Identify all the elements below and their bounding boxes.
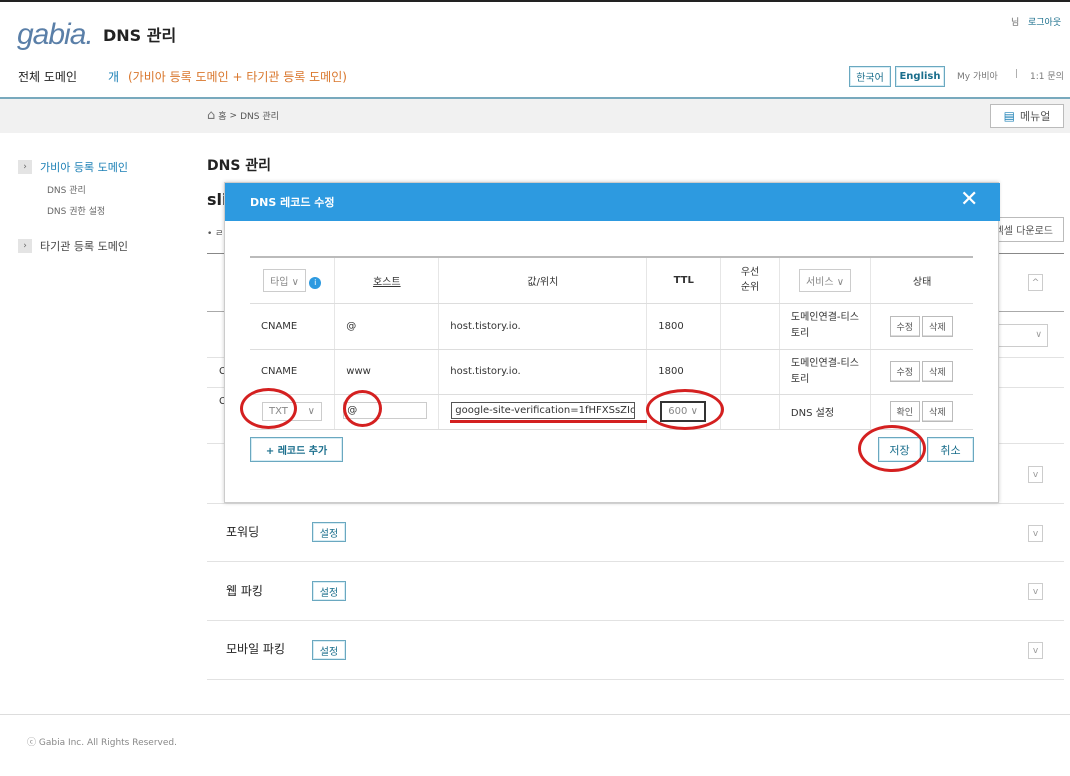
home-icon[interactable]: ⌂ — [207, 108, 215, 123]
modal-header: DNS 레코드 수정 ✕ — [225, 183, 1000, 221]
record-value: host.tistory.io. — [438, 303, 648, 350]
service-filter-select[interactable]: 서비스 ∨ — [798, 268, 852, 292]
delete-button[interactable]: 삭제 — [922, 315, 953, 337]
breadcrumb-home[interactable]: 홈 — [218, 109, 226, 122]
forwarding-settings-button[interactable]: 설정 — [312, 522, 346, 542]
type-filter-select[interactable]: 타입 ∨ — [263, 268, 306, 292]
gabia-logo[interactable]: gabia. — [17, 18, 94, 52]
host-column-header[interactable]: 호스트 — [334, 256, 440, 304]
manual-label: 메뉴얼 — [1019, 110, 1051, 123]
record-priority — [720, 349, 780, 395]
record-ttl: 1800 — [646, 303, 722, 350]
chevron-right-icon[interactable]: › — [18, 160, 32, 174]
mobile-parking-settings-button[interactable]: 설정 — [312, 640, 346, 660]
status-column-header: 상태 — [870, 256, 973, 304]
sidebar-sub-dns-manage[interactable]: DNS 관리 — [47, 183, 86, 196]
table-row: CNAME @ host.tistory.io. 1800 도메인연결-티스토리… — [250, 303, 973, 350]
sidebar-item-gabia-domains[interactable]: 가비아 등록 도메인 — [40, 159, 128, 175]
sidebar-sub-dns-permission[interactable]: DNS 권한 설정 — [47, 204, 105, 217]
edit-button[interactable]: 수정 — [889, 361, 921, 382]
record-service: 도메인연결-티스토리 — [779, 349, 872, 395]
add-record-button[interactable]: + 레코드 추가 — [250, 437, 343, 462]
record-ttl: 1800 — [646, 349, 722, 395]
breadcrumb-bar — [0, 99, 1070, 133]
priority-column-header: 우선 순위 — [720, 256, 780, 304]
delete-button[interactable]: 삭제 — [922, 361, 953, 382]
record-host: www — [334, 349, 440, 395]
domain-count-desc: (가비아 등록 도메인 + 타기관 등록 도메인) — [128, 70, 347, 84]
chevron-down-icon[interactable]: v — [1028, 583, 1043, 600]
cancel-button[interactable]: 취소 — [927, 437, 974, 462]
confirm-button[interactable]: 확인 — [889, 401, 921, 422]
section-web-parking-label: 웹 파킹 — [226, 584, 263, 598]
logout-link[interactable]: 로그아웃 — [1028, 15, 1061, 28]
value-input[interactable]: google-site-verification=1fHFXSsZIoIria — [451, 401, 636, 419]
separator: | — [1015, 69, 1019, 79]
service-column-header[interactable]: 서비스 ∨ — [779, 256, 872, 304]
inquiry-link[interactable]: 1:1 문의 — [1030, 69, 1064, 82]
top-border — [0, 0, 1070, 2]
chevron-down-icon[interactable]: v — [1028, 466, 1043, 483]
breadcrumb: ⌂ 홈 > DNS 관리 — [207, 108, 279, 123]
app-title: DNS 관리 — [103, 26, 177, 45]
value-column-header: 값/위치 — [438, 256, 648, 304]
type-column-header[interactable]: 타입 ∨ i — [250, 256, 336, 304]
section-forwarding-label: 포워딩 — [226, 525, 260, 539]
lang-korean-button[interactable]: 한국어 — [849, 66, 891, 87]
info-icon[interactable]: i — [309, 276, 322, 289]
lang-english-button[interactable]: English — [895, 66, 945, 87]
chevron-down-icon[interactable]: v — [1028, 642, 1043, 659]
bullet-text: • ㄹ — [207, 229, 224, 239]
table-header-row: 타입 ∨ i 호스트 값/위치 TTL 우선 순위 서비스 ∨ 상태 — [250, 256, 973, 304]
web-parking-settings-button[interactable]: 설정 — [312, 581, 346, 601]
record-priority — [720, 303, 780, 350]
domain-count: 개 — [108, 70, 120, 84]
chevron-down-icon[interactable]: v — [1028, 525, 1043, 542]
manual-button[interactable]: ▤ 메뉴얼 — [990, 104, 1064, 128]
annotation-underline — [450, 420, 647, 423]
chevron-up-icon[interactable]: ^ — [1028, 274, 1043, 291]
record-service: DNS 설정 — [779, 394, 872, 430]
user-suffix: 님 — [1011, 18, 1020, 28]
table-row: CNAME www host.tistory.io. 1800 도메인연결-티스… — [250, 349, 973, 395]
page-title: DNS 관리 — [207, 158, 272, 174]
delete-button[interactable]: 삭제 — [922, 401, 953, 422]
close-icon[interactable]: ✕ — [960, 187, 978, 212]
chevron-right-icon[interactable]: › — [18, 239, 32, 253]
my-gabia-link[interactable]: My 가비아 — [957, 69, 998, 82]
modal-title: DNS 레코드 수정 — [250, 196, 335, 209]
record-host: @ — [334, 303, 440, 350]
copyright: ⓒ Gabia Inc. All Rights Reserved. — [27, 738, 177, 748]
sidebar-item-other-domains[interactable]: 타기관 등록 도메인 — [40, 238, 128, 254]
record-type: CNAME — [250, 349, 336, 395]
section-mobile-parking-label: 모바일 파킹 — [226, 642, 286, 656]
ttl-column-header: TTL — [646, 256, 722, 304]
breadcrumb-sep: > — [229, 110, 238, 121]
annotation-circle — [858, 425, 926, 472]
document-icon: ▤ — [1003, 109, 1015, 123]
annotation-circle — [240, 388, 297, 429]
record-value: host.tistory.io. — [438, 349, 648, 395]
annotation-circle — [646, 389, 724, 430]
record-type: CNAME — [250, 303, 336, 350]
all-domains-label: 전체 도메인 — [18, 70, 78, 84]
edit-button[interactable]: 수정 — [889, 315, 921, 337]
annotation-circle — [343, 390, 382, 427]
record-service: 도메인연결-티스토리 — [779, 303, 872, 350]
breadcrumb-current: DNS 관리 — [240, 112, 279, 122]
